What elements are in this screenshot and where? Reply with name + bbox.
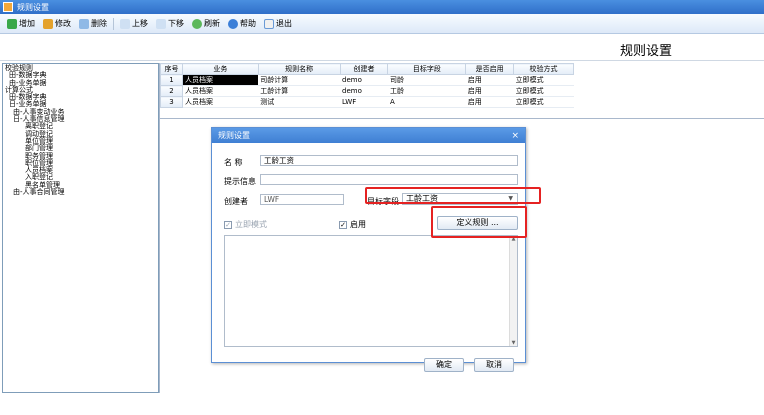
table-cell: 人员档案 xyxy=(182,96,259,108)
exit-button[interactable]: 退出 xyxy=(260,16,296,32)
table-row[interactable]: 3 人员档案 测试 LWF A 启用 立即模式 xyxy=(160,96,574,108)
table-cell: 启用 xyxy=(465,85,514,97)
grid-header-cell[interactable]: 序号 xyxy=(160,63,183,75)
tree-item[interactable]: 由-人事合同管理 xyxy=(5,188,156,196)
grid-left-border xyxy=(159,63,160,393)
hint-label: 提示信息 xyxy=(224,177,256,186)
page-title: 规则设置 xyxy=(620,44,673,59)
grid-header-cell[interactable]: 是否启用 xyxy=(465,63,515,75)
add-icon xyxy=(7,18,17,29)
table-cell: 启用 xyxy=(465,96,514,108)
name-label: 名 称 xyxy=(224,158,243,167)
table-cell: 立即模式 xyxy=(513,85,574,97)
grid-header-cell[interactable]: 规则名称 xyxy=(257,63,341,75)
arrow-up-icon xyxy=(120,18,130,29)
add-button[interactable]: 增加 xyxy=(3,16,39,32)
grid-header-cell[interactable]: 业务 xyxy=(181,63,259,75)
checkbox-check-icon: ✓ xyxy=(224,220,232,229)
exit-label: 退出 xyxy=(276,19,292,28)
refresh-label: 刷新 xyxy=(204,19,220,28)
help-button[interactable]: 帮助 xyxy=(224,16,260,32)
table-cell: 人员档案 xyxy=(182,85,259,97)
add-label: 增加 xyxy=(19,19,35,28)
move-down-label: 下移 xyxy=(168,19,184,28)
grid-header-cell[interactable]: 目标字段 xyxy=(387,63,467,75)
table-cell: 3 xyxy=(160,96,183,108)
table-cell: 立即模式 xyxy=(513,96,574,108)
dialog-titlebar: 规则设置 × xyxy=(212,128,525,143)
move-up-button[interactable]: 上移 xyxy=(116,16,152,32)
grid-header-cell[interactable]: 创建者 xyxy=(339,63,389,75)
refresh-icon xyxy=(192,18,202,29)
table-cell: 工龄计算 xyxy=(258,85,341,97)
textarea-scrollbar[interactable]: ▲ ▼ xyxy=(509,236,517,346)
move-down-button[interactable]: 下移 xyxy=(152,16,188,32)
table-cell: A xyxy=(387,96,466,108)
name-field[interactable]: 工龄工资 xyxy=(260,155,518,166)
enable-label: 启用 xyxy=(350,220,366,229)
exit-icon xyxy=(264,18,274,29)
table-cell: 2 xyxy=(160,85,183,97)
table-cell: LWF xyxy=(340,96,388,108)
dialog-title: 规则设置 xyxy=(218,131,250,140)
table-cell: demo xyxy=(340,85,388,97)
window-titlebar: 规则设置 xyxy=(0,0,764,14)
rule-settings-dialog: 规则设置 × 名 称 工龄工资 提示信息 创建者 LWF 目标字段 工龄工资 ▼… xyxy=(211,127,526,372)
grid-header-row: 序号 业务 规则名称 创建者 目标字段 是否启用 校验方式 xyxy=(160,63,574,75)
rules-grid: 序号 业务 规则名称 创建者 目标字段 是否启用 校验方式 1 人员档案 司龄计算 demo 司龄启… xyxy=(160,63,574,108)
immediate-mode-checkbox[interactable]: ✓ 立即模式 xyxy=(224,219,267,230)
highlight-target-field xyxy=(365,187,541,204)
cancel-button[interactable]: 取消 xyxy=(474,358,514,372)
creator-label: 创建者 xyxy=(224,197,248,206)
table-cell: 司龄计算 xyxy=(258,74,341,86)
toolbar-separator xyxy=(113,17,114,30)
help-icon xyxy=(228,18,238,29)
hint-field[interactable] xyxy=(260,174,518,185)
table-cell: 立即模式 xyxy=(513,74,574,86)
table-cell: 测试 xyxy=(258,96,341,108)
arrow-down-icon xyxy=(156,18,166,29)
delete-icon xyxy=(79,18,89,29)
header-divider xyxy=(0,60,764,61)
highlight-define-rule xyxy=(431,206,527,238)
table-cell: 1 xyxy=(160,74,183,86)
table-cell: 启用 xyxy=(465,74,514,86)
grid-bottom-border xyxy=(160,118,764,119)
table-cell: 人员档案 xyxy=(182,74,259,86)
immediate-mode-label: 立即模式 xyxy=(235,220,267,229)
move-up-label: 上移 xyxy=(132,19,148,28)
edit-icon xyxy=(43,18,53,29)
table-row[interactable]: 1 人员档案 司龄计算 demo 司龄 启用 立即模式 xyxy=(160,74,574,86)
checkbox-check-icon: ✓ xyxy=(339,220,347,229)
toolbar: 增加 修改 删除 上移 下移 刷新 帮助 退出 xyxy=(0,14,764,34)
edit-button[interactable]: 修改 xyxy=(39,16,75,32)
scroll-down-icon[interactable]: ▼ xyxy=(510,340,517,346)
window-title: 规则设置 xyxy=(17,2,49,12)
table-row[interactable]: 2 人员档案 工龄计算 demo 工龄 启用 立即模式 xyxy=(160,85,574,97)
table-cell: 司龄 xyxy=(387,74,466,86)
ok-button[interactable]: 确定 xyxy=(424,358,464,372)
close-icon[interactable]: × xyxy=(511,131,519,141)
grid-header-cell[interactable]: 校验方式 xyxy=(513,63,574,75)
help-label: 帮助 xyxy=(240,19,256,28)
delete-label: 删除 xyxy=(91,19,107,28)
refresh-button[interactable]: 刷新 xyxy=(188,16,224,32)
creator-field: LWF xyxy=(260,194,344,205)
enable-checkbox[interactable]: ✓ 启用 xyxy=(339,219,366,230)
table-cell: 工龄 xyxy=(387,85,466,97)
delete-button[interactable]: 删除 xyxy=(75,16,111,32)
nav-tree: 校验规则 田-数据字典 由-业务单据 计算公式 田-数据字典 日-业务单据 由-人事变动业务… xyxy=(2,63,159,393)
table-cell: demo xyxy=(340,74,388,86)
app-icon xyxy=(3,2,13,12)
rule-textarea[interactable]: ▲ ▼ xyxy=(224,235,518,347)
edit-label: 修改 xyxy=(55,19,71,28)
